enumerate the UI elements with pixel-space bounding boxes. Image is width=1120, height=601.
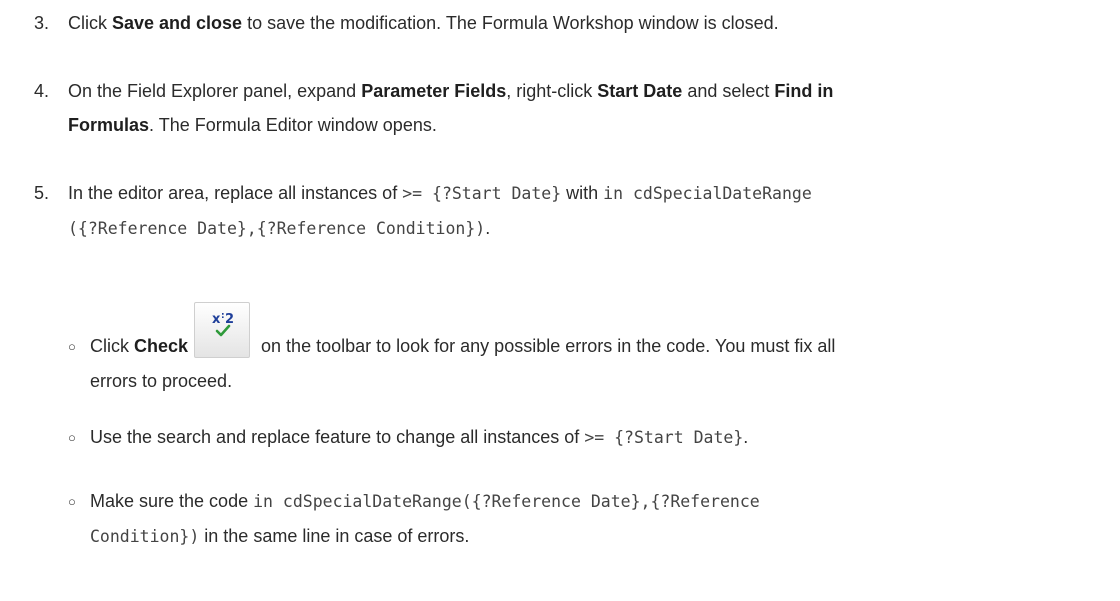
code-snippet: in cdSpecialDateRange({?Reference Date},…	[253, 492, 760, 511]
step-text: with	[561, 183, 604, 203]
bullet-marker: ○	[68, 430, 76, 446]
bullet-marker: ○	[68, 339, 76, 355]
step-text: On the Field Explorer panel, expand	[68, 81, 362, 101]
subitem-text: Use the search and replace feature to ch…	[90, 427, 585, 447]
code-snippet: ({?Reference Date},{?Reference Condition…	[68, 219, 486, 238]
document-page: 3. Click Save and close to save the modif…	[0, 0, 1120, 601]
step-text: .	[485, 218, 491, 238]
subitem-continuation: Condition}) in the same line in case of …	[68, 519, 1118, 554]
subitem-search-replace: ○ Use the search and replace feature to c…	[68, 420, 1118, 455]
step-text: Click	[68, 13, 112, 33]
subitem-text: Click	[90, 336, 134, 356]
subitem-text: .	[743, 427, 749, 447]
svg-text:2: 2	[225, 312, 234, 327]
bullet-marker: ○	[68, 494, 76, 510]
step-number: 4.	[34, 81, 50, 101]
svg-text:x: x	[212, 312, 221, 327]
subitem-text: Make sure the code	[90, 491, 254, 511]
step-3: 3. Click Save and close to save the modif…	[34, 6, 1114, 40]
ui-term-save-and-close: Save and close	[112, 13, 243, 33]
subitem-check: ○ Click Check x : 2 on the toolbar to loo…	[68, 302, 1118, 398]
ui-term-find-in: Find in	[774, 81, 834, 101]
check-formula-icon: x : 2	[194, 302, 251, 358]
code-snippet: >= {?Start Date}	[402, 184, 562, 203]
step-text: . The Formula Editor window opens.	[149, 115, 437, 135]
ui-term-start-date: Start Date	[597, 81, 683, 101]
step-5: 5. In the editor area, replace all instan…	[34, 176, 1114, 246]
step-text: to save the modification. The Formula Wo…	[242, 13, 779, 33]
step-text: and select	[682, 81, 775, 101]
code-snippet: >= {?Start Date}	[584, 428, 744, 447]
check-formula-icon-graphic: x : 2	[212, 311, 234, 337]
step-4: 4. On the Field Explorer panel, expand Pa…	[34, 74, 1114, 142]
step-number: 3.	[34, 13, 50, 33]
step-continuation: ({?Reference Date},{?Reference Condition…	[34, 211, 1114, 246]
subitem-text: in the same line in case of errors.	[199, 526, 470, 547]
step-number: 5.	[34, 183, 50, 203]
ui-term-check: Check	[134, 336, 189, 356]
subitem-make-sure: ○ Make sure the code in cdSpecialDateRang…	[68, 484, 1118, 554]
ui-term-parameter-fields: Parameter Fields	[361, 81, 507, 101]
step-text: , right-click	[506, 81, 598, 101]
code-snippet: Condition})	[90, 527, 200, 547]
step-text: In the editor area, replace all instance…	[68, 183, 403, 203]
step-continuation: Formulas. The Formula Editor window open…	[34, 108, 1114, 142]
subitem-continuation: errors to proceed.	[90, 371, 233, 392]
ui-term-formulas: Formulas	[68, 115, 150, 135]
subitem-text: on the toolbar to look for any possible …	[256, 336, 836, 356]
code-snippet: in cdSpecialDateRange	[603, 184, 812, 203]
